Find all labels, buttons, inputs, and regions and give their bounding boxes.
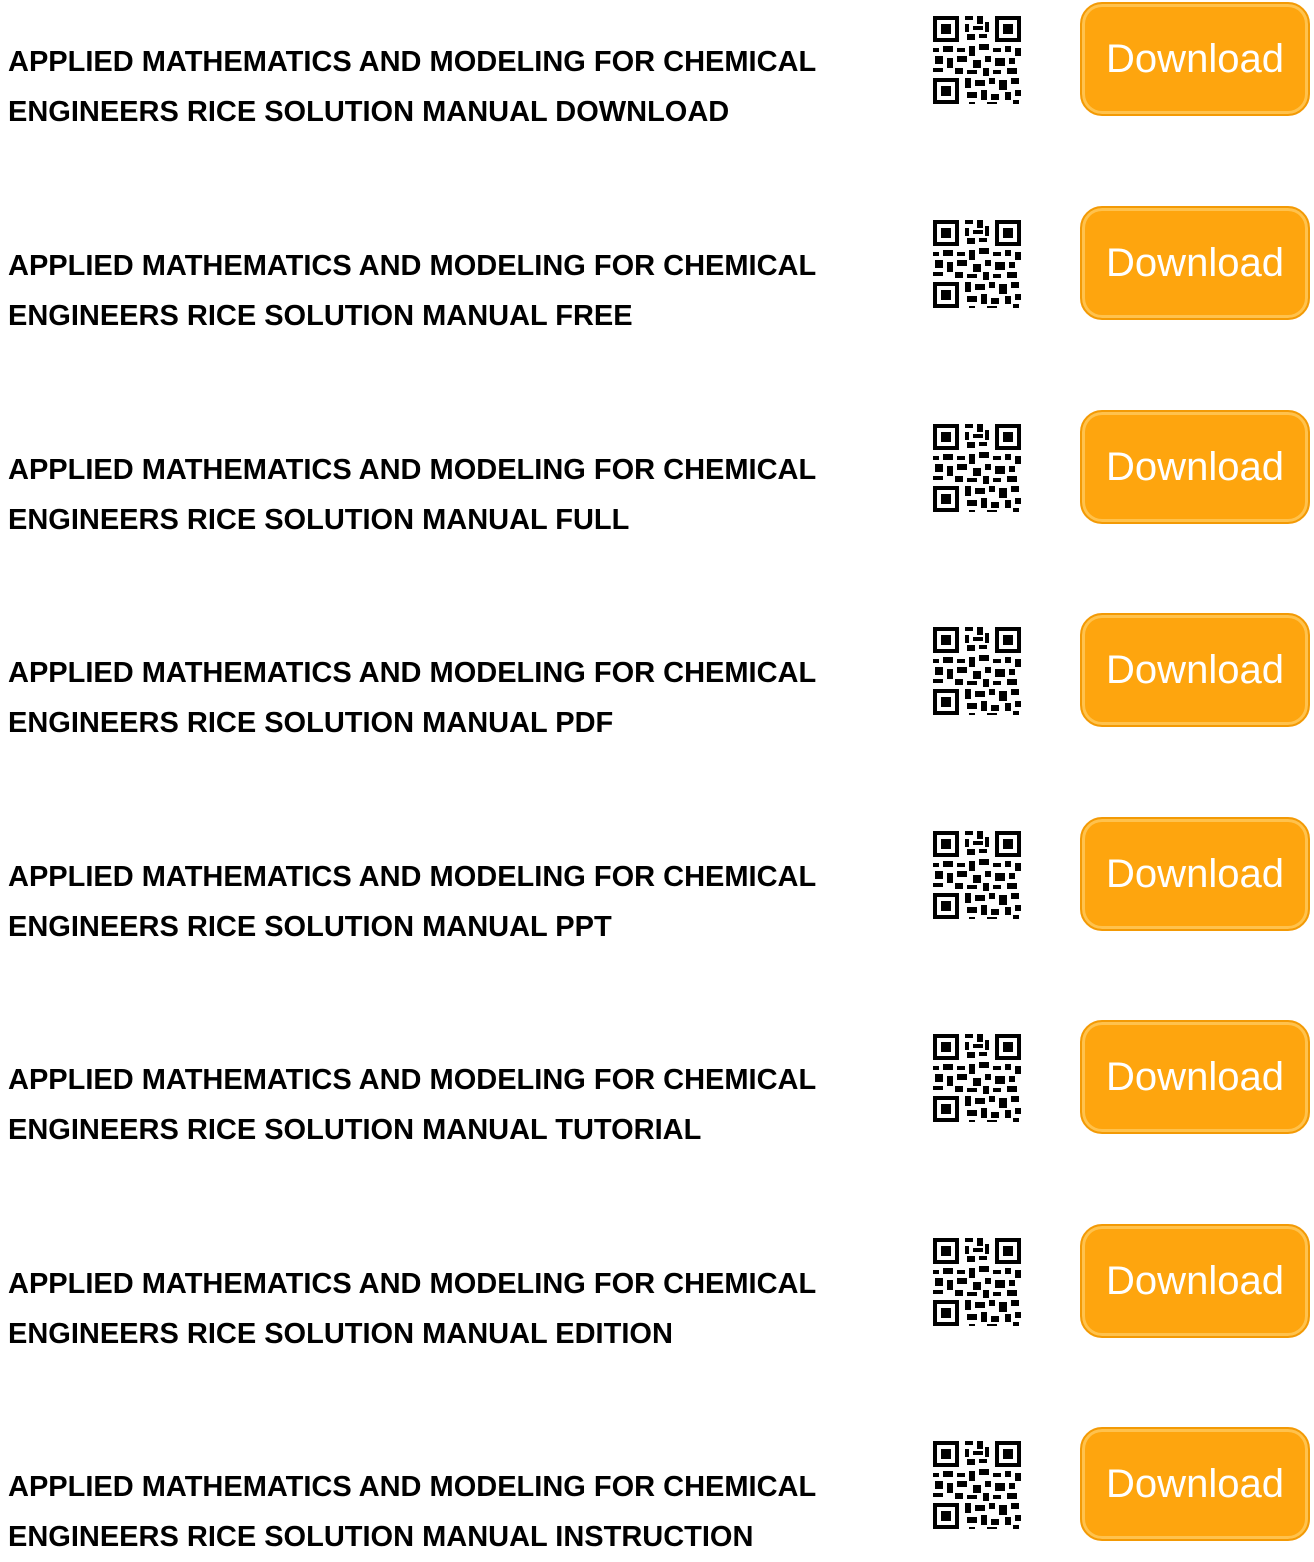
list-item: APPLIED MATHEMATICS AND MODELING FOR CHE… <box>0 1425 1314 1553</box>
item-title-line-2: ENGINEERS RICE SOLUTION MANUAL PDF <box>8 707 614 739</box>
qr-code-icon <box>929 623 1025 719</box>
qr-code-icon <box>929 1234 1025 1330</box>
item-title-line-2: ENGINEERS RICE SOLUTION MANUAL DOWNLOAD <box>8 96 730 128</box>
item-title: APPLIED MATHEMATICS AND MODELING FOR CHE… <box>8 1462 913 1562</box>
list-item: APPLIED MATHEMATICS AND MODELING FOR CHE… <box>0 0 1314 128</box>
item-title-line-1: APPLIED MATHEMATICS AND MODELING FOR CHE… <box>8 454 817 486</box>
download-button[interactable]: Download <box>1080 1020 1310 1134</box>
item-title-line-2: ENGINEERS RICE SOLUTION MANUAL EDITION <box>8 1318 673 1350</box>
list-item: APPLIED MATHEMATICS AND MODELING FOR CHE… <box>0 408 1314 536</box>
item-title-line-1: APPLIED MATHEMATICS AND MODELING FOR CHE… <box>8 861 817 893</box>
qr-code-icon <box>929 1030 1025 1126</box>
download-button[interactable]: Download <box>1080 410 1310 524</box>
item-title-line-1: APPLIED MATHEMATICS AND MODELING FOR CHE… <box>8 250 817 282</box>
item-title: APPLIED MATHEMATICS AND MODELING FOR CHE… <box>8 445 913 545</box>
qr-code-icon <box>929 1437 1025 1533</box>
list-item: APPLIED MATHEMATICS AND MODELING FOR CHE… <box>0 1018 1314 1146</box>
qr-code-icon <box>929 12 1025 108</box>
item-title-line-1: APPLIED MATHEMATICS AND MODELING FOR CHE… <box>8 657 817 689</box>
item-title: APPLIED MATHEMATICS AND MODELING FOR CHE… <box>8 1259 913 1359</box>
list-item: APPLIED MATHEMATICS AND MODELING FOR CHE… <box>0 815 1314 943</box>
item-title-line-2: ENGINEERS RICE SOLUTION MANUAL TUTORIAL <box>8 1114 702 1146</box>
item-title-line-1: APPLIED MATHEMATICS AND MODELING FOR CHE… <box>8 46 817 78</box>
download-button[interactable]: Download <box>1080 1427 1310 1541</box>
download-button[interactable]: Download <box>1080 1224 1310 1338</box>
download-button[interactable]: Download <box>1080 613 1310 727</box>
item-title-line-1: APPLIED MATHEMATICS AND MODELING FOR CHE… <box>8 1268 817 1300</box>
item-title: APPLIED MATHEMATICS AND MODELING FOR CHE… <box>8 37 913 137</box>
item-title-line-1: APPLIED MATHEMATICS AND MODELING FOR CHE… <box>8 1471 817 1503</box>
item-title: APPLIED MATHEMATICS AND MODELING FOR CHE… <box>8 1055 913 1155</box>
item-title-line-2: ENGINEERS RICE SOLUTION MANUAL FREE <box>8 300 633 332</box>
item-title-line-2: ENGINEERS RICE SOLUTION MANUAL PPT <box>8 911 612 943</box>
download-button[interactable]: Download <box>1080 206 1310 320</box>
qr-code-icon <box>929 420 1025 516</box>
item-title-line-2: ENGINEERS RICE SOLUTION MANUAL INSTRUCTI… <box>8 1521 754 1553</box>
download-button[interactable]: Download <box>1080 2 1310 116</box>
qr-code-icon <box>929 216 1025 312</box>
item-title: APPLIED MATHEMATICS AND MODELING FOR CHE… <box>8 648 913 748</box>
list-item: APPLIED MATHEMATICS AND MODELING FOR CHE… <box>0 204 1314 332</box>
list-item: APPLIED MATHEMATICS AND MODELING FOR CHE… <box>0 1222 1314 1350</box>
item-title: APPLIED MATHEMATICS AND MODELING FOR CHE… <box>8 852 913 952</box>
qr-code-icon <box>929 827 1025 923</box>
item-title: APPLIED MATHEMATICS AND MODELING FOR CHE… <box>8 241 913 341</box>
item-title-line-1: APPLIED MATHEMATICS AND MODELING FOR CHE… <box>8 1064 817 1096</box>
download-button[interactable]: Download <box>1080 817 1310 931</box>
list-item: APPLIED MATHEMATICS AND MODELING FOR CHE… <box>0 611 1314 739</box>
item-title-line-2: ENGINEERS RICE SOLUTION MANUAL FULL <box>8 504 630 536</box>
